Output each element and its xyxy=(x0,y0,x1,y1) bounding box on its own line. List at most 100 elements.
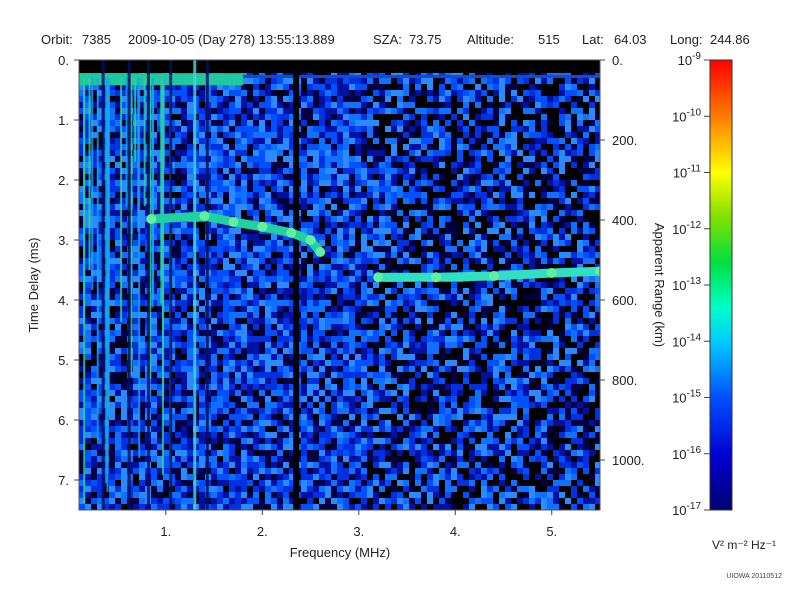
spectrogram-cell xyxy=(529,240,535,246)
spectrogram-cell xyxy=(259,138,265,144)
spectrogram-cell xyxy=(427,144,433,150)
spectrogram-cell xyxy=(355,336,361,342)
spectrogram-cell xyxy=(397,84,403,90)
spectrogram-cell xyxy=(493,336,499,342)
spectrogram-cell xyxy=(349,360,355,366)
spectrogram-cell xyxy=(571,222,577,228)
spectrogram-cell xyxy=(223,330,229,336)
spectrogram-cell xyxy=(355,90,361,96)
spectrogram-cell xyxy=(265,396,271,402)
spectrogram-cell xyxy=(457,204,463,210)
spectrogram-cell xyxy=(265,348,271,354)
spectrogram-cell xyxy=(355,282,361,288)
spectrogram-cell xyxy=(133,390,139,396)
spectrogram-cell xyxy=(337,366,343,372)
spectrogram-cell xyxy=(493,378,499,384)
spectrogram-cell xyxy=(499,216,505,222)
spectrogram-cell xyxy=(583,240,589,246)
spectrogram-cell xyxy=(175,330,181,336)
spectrogram-cell xyxy=(565,162,571,168)
spectrogram-cell xyxy=(457,174,463,180)
spectrogram-cell xyxy=(523,384,529,390)
spectrogram-cell xyxy=(475,366,481,372)
spectrogram-cell xyxy=(385,282,391,288)
spectrogram-cell xyxy=(391,108,397,114)
spectrogram-cell xyxy=(421,378,427,384)
spectrogram-cell xyxy=(343,108,349,114)
spectrogram-cell xyxy=(175,354,181,360)
spectrogram-cell xyxy=(331,336,337,342)
spectrogram-cell xyxy=(517,180,523,186)
spectrogram-cell xyxy=(343,252,349,258)
spectrogram-cell xyxy=(247,288,253,294)
spectrogram-cell xyxy=(559,378,565,384)
spectrogram-cell xyxy=(199,264,205,270)
spectrogram-cell xyxy=(529,168,535,174)
spectrogram-cell xyxy=(337,204,343,210)
spectrogram-cell xyxy=(469,162,475,168)
spectrogram-cell xyxy=(181,168,187,174)
spectrogram-cell xyxy=(265,384,271,390)
spectrogram-cell xyxy=(397,228,403,234)
spectrogram-cell xyxy=(511,120,517,126)
spectrogram-cell xyxy=(325,186,331,192)
spectrogram-cell xyxy=(439,354,445,360)
spectrogram-cell xyxy=(187,264,193,270)
spectrogram-cell xyxy=(511,150,517,156)
spectrogram-cell xyxy=(277,204,283,210)
spectrogram-cell xyxy=(307,84,313,90)
spectrogram-cell xyxy=(217,354,223,360)
spectrogram-cell xyxy=(361,264,367,270)
spectrogram-cell xyxy=(253,240,259,246)
spectrogram-cell xyxy=(355,384,361,390)
spectrogram-cell xyxy=(511,366,517,372)
spectrogram-cell xyxy=(271,138,277,144)
spectrogram-cell xyxy=(247,342,253,348)
spectrogram-cell xyxy=(229,312,235,318)
spectrogram-cell xyxy=(421,288,427,294)
spectrogram-cell xyxy=(223,126,229,132)
spectrogram-cell xyxy=(523,180,529,186)
spectrogram-cell xyxy=(481,288,487,294)
spectrogram-cell xyxy=(253,168,259,174)
spectrogram-cell xyxy=(361,258,367,264)
spectrogram-cell xyxy=(433,114,439,120)
spectrogram-cell xyxy=(217,270,223,276)
spectrogram-cell xyxy=(391,300,397,306)
spectrogram-cell xyxy=(451,192,457,198)
spectrogram-cell xyxy=(235,384,241,390)
spectrogram-cell xyxy=(517,168,523,174)
spectrogram-cell xyxy=(235,348,241,354)
spectrogram-cell xyxy=(313,348,319,354)
spectrogram-cell xyxy=(565,300,571,306)
spectrogram-cell xyxy=(271,324,277,330)
spectrogram-cell xyxy=(451,342,457,348)
spectrogram-cell xyxy=(241,246,247,252)
spectrogram-cell xyxy=(577,150,583,156)
spectrogram-cell xyxy=(319,162,325,168)
spectrogram-cell xyxy=(523,222,529,228)
spectrogram-cell xyxy=(283,342,289,348)
spectrogram-cell xyxy=(511,210,517,216)
spectrogram-cell xyxy=(523,354,529,360)
spectrogram-cell xyxy=(151,396,157,402)
spectrogram-cell xyxy=(199,342,205,348)
spectrogram-cell xyxy=(499,204,505,210)
spectrogram-cell xyxy=(415,204,421,210)
spectrogram-cell xyxy=(349,90,355,96)
spectrogram-cell xyxy=(247,336,253,342)
spectrogram-cell xyxy=(457,240,463,246)
spectrogram-cell xyxy=(187,312,193,318)
spectrogram-cell xyxy=(565,330,571,336)
spectrogram-cell xyxy=(493,102,499,108)
spectrogram-cell xyxy=(553,240,559,246)
spectrogram-cell xyxy=(325,138,331,144)
spectrogram-cell xyxy=(259,96,265,102)
spectrogram-cell xyxy=(469,156,475,162)
spectrogram-cell xyxy=(367,342,373,348)
spectrogram-cell xyxy=(235,306,241,312)
spectrogram-cell xyxy=(541,132,547,138)
spectrogram-cell xyxy=(109,312,115,318)
spectrogram-cell xyxy=(535,282,541,288)
spectrogram-cell xyxy=(361,144,367,150)
